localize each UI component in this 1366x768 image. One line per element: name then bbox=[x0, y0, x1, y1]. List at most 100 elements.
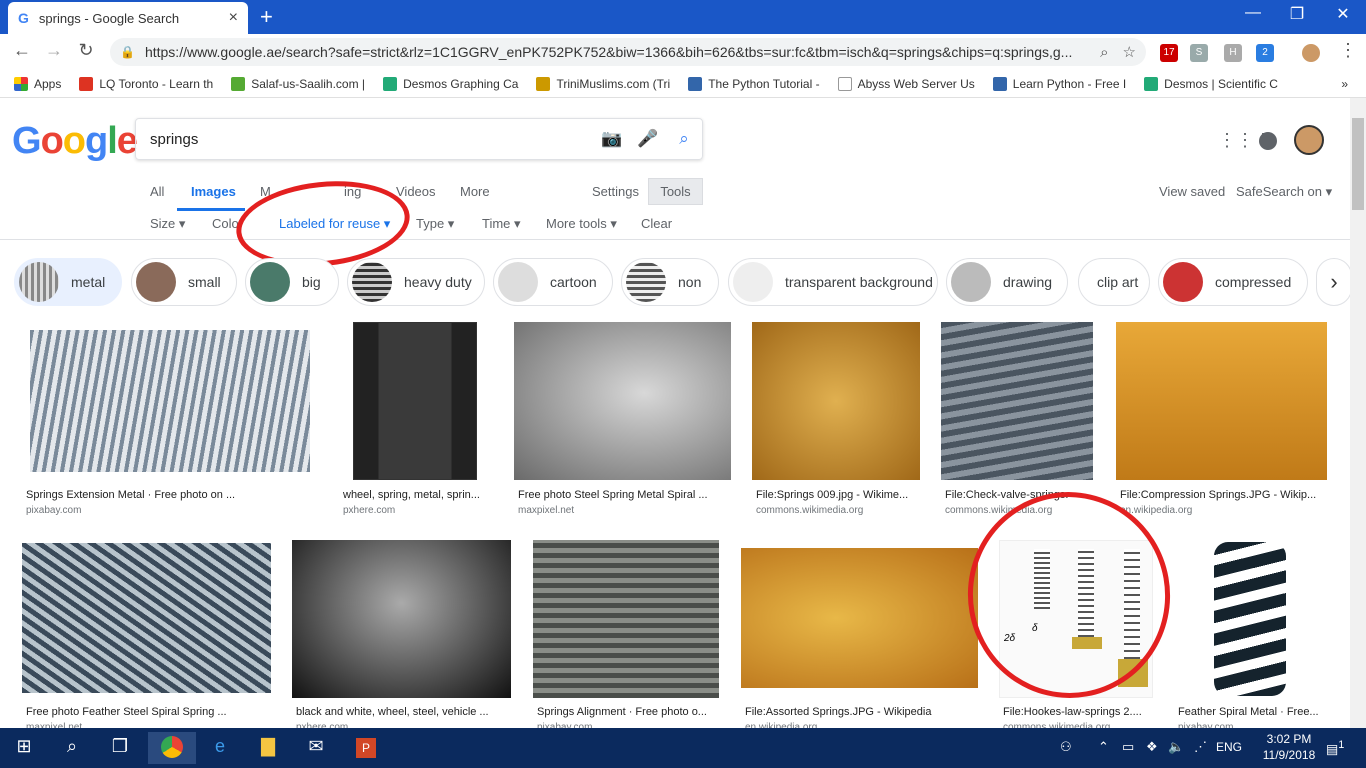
settings-link[interactable]: Settings bbox=[592, 184, 639, 199]
image-thumbnail[interactable] bbox=[752, 322, 920, 480]
image-thumbnail[interactable] bbox=[514, 322, 731, 480]
bookmark-item[interactable]: Desmos Graphing Ca bbox=[383, 76, 518, 91]
bookmark-item[interactable]: Learn Python - Free I bbox=[992, 76, 1126, 91]
safesearch-dropdown[interactable]: SafeSearch on ▾ bbox=[1236, 184, 1332, 200]
language-indicator[interactable]: ENG bbox=[1216, 740, 1242, 754]
notifications-bell-icon[interactable] bbox=[1259, 132, 1277, 150]
address-bar[interactable]: 🔒 https://www.google.ae/search?safe=stri… bbox=[110, 38, 1146, 66]
image-caption[interactable]: Free photo Feather Steel Spiral Spring .… bbox=[26, 706, 271, 718]
bookmark-apps[interactable]: Apps bbox=[14, 76, 61, 91]
chip-big[interactable]: big bbox=[245, 258, 339, 306]
image-result[interactable]: Springs Alignment · Free photo o... pixa… bbox=[533, 540, 719, 733]
bookmark-item[interactable]: LQ Toronto - Learn th bbox=[79, 76, 213, 91]
size-dropdown[interactable]: Size ▾ bbox=[150, 216, 185, 232]
image-caption[interactable]: File:Compression Springs.JPG - Wikip... bbox=[1120, 489, 1327, 501]
image-thumbnail[interactable] bbox=[533, 540, 719, 698]
bookmarks-overflow-icon[interactable]: » bbox=[1341, 77, 1348, 91]
chip-small[interactable]: small bbox=[131, 258, 237, 306]
bookmark-item[interactable]: TriniMuslims.com (Tri bbox=[536, 76, 670, 91]
image-thumbnail[interactable] bbox=[1116, 322, 1327, 480]
chips-next-arrow-icon[interactable]: › bbox=[1316, 258, 1352, 306]
dropbox-icon[interactable]: ❖ bbox=[1146, 739, 1158, 755]
tab-images[interactable]: Images bbox=[191, 184, 236, 199]
image-result[interactable]: File:Springs 009.jpg - Wikime... commons… bbox=[752, 322, 920, 522]
mail-icon[interactable]: ✉ bbox=[292, 736, 340, 757]
network-icon[interactable]: ⋰ bbox=[1194, 739, 1207, 755]
image-thumbnail[interactable] bbox=[1174, 540, 1327, 698]
tools-button[interactable]: Tools bbox=[648, 178, 703, 205]
image-caption[interactable]: File:Assorted Springs.JPG - Wikipedia bbox=[745, 706, 978, 718]
chip-non[interactable]: non bbox=[621, 258, 719, 306]
chip-drawing[interactable]: drawing bbox=[946, 258, 1068, 306]
chip-metal[interactable]: metal bbox=[14, 258, 122, 306]
microphone-icon[interactable]: 🎤 bbox=[630, 129, 666, 149]
extension-badge-icon[interactable]: 17 bbox=[1160, 44, 1178, 62]
tab-all[interactable]: All bbox=[150, 184, 164, 199]
edge-icon[interactable]: e bbox=[196, 736, 244, 757]
new-tab-button[interactable]: + bbox=[260, 4, 282, 30]
task-view-icon[interactable]: ❐ bbox=[96, 736, 144, 757]
image-result[interactable]: Free photo Feather Steel Spiral Spring .… bbox=[22, 540, 271, 733]
maximize-icon[interactable]: ❐ bbox=[1274, 4, 1320, 24]
chip-compressed[interactable]: compressed bbox=[1158, 258, 1308, 306]
image-result[interactable]: Springs Extension Metal · Free photo on … bbox=[22, 322, 318, 522]
clock[interactable]: 3:02 PM 11/9/2018 bbox=[1254, 731, 1324, 763]
bookmark-item[interactable]: Abyss Web Server Us bbox=[837, 76, 975, 91]
back-icon[interactable]: ← bbox=[10, 40, 34, 61]
search-icon[interactable]: ⌕ bbox=[48, 736, 96, 757]
browser-tab[interactable]: G springs - Google Search × bbox=[8, 2, 248, 34]
image-result[interactable]: File:Assorted Springs.JPG - Wikipedia en… bbox=[741, 540, 978, 733]
s-extension-icon[interactable]: 2 bbox=[1256, 44, 1274, 62]
tab-close-icon[interactable]: × bbox=[229, 9, 238, 27]
image-thumbnail[interactable] bbox=[353, 322, 477, 480]
image-caption[interactable]: File:Hookes-law-springs 2.... bbox=[1003, 706, 1153, 718]
clear-link[interactable]: Clear bbox=[641, 216, 672, 231]
time-dropdown[interactable]: Time ▾ bbox=[482, 216, 521, 232]
image-caption[interactable]: wheel, spring, metal, sprin... bbox=[343, 489, 489, 501]
scrollbar-thumb[interactable] bbox=[1352, 118, 1364, 210]
image-caption[interactable]: File:Springs 009.jpg - Wikime... bbox=[756, 489, 920, 501]
chip-cartoon[interactable]: cartoon bbox=[493, 258, 613, 306]
image-caption[interactable]: Free photo Steel Spring Metal Spiral ... bbox=[518, 489, 731, 501]
people-icon[interactable]: ⚇ bbox=[1060, 739, 1072, 755]
chip-transparent-background[interactable]: transparent background bbox=[728, 258, 938, 306]
search-query[interactable]: springs bbox=[150, 131, 594, 148]
forward-icon[interactable]: → bbox=[42, 40, 66, 61]
image-caption[interactable]: Springs Alignment · Free photo o... bbox=[537, 706, 719, 718]
reload-icon[interactable]: ↻ bbox=[74, 40, 98, 61]
image-caption[interactable]: black and white, wheel, steel, vehicle .… bbox=[296, 706, 511, 718]
image-thumbnail[interactable] bbox=[22, 543, 271, 693]
bookmark-item[interactable]: Desmos | Scientific C bbox=[1144, 76, 1278, 91]
chip-clip-art[interactable]: clip art bbox=[1078, 258, 1150, 306]
battery-icon[interactable]: ▭ bbox=[1122, 739, 1134, 755]
bookmark-star-icon[interactable]: ☆ bbox=[1123, 43, 1136, 61]
image-thumbnail[interactable] bbox=[741, 548, 978, 688]
menu-kebab-icon[interactable]: ⋮ bbox=[1336, 40, 1360, 61]
url-text[interactable]: https://www.google.ae/search?safe=strict… bbox=[145, 44, 1086, 60]
google-logo[interactable]: Google bbox=[12, 120, 138, 163]
image-result[interactable]: black and white, wheel, steel, vehicle .… bbox=[292, 540, 511, 733]
volume-icon[interactable]: 🔈 bbox=[1168, 739, 1184, 755]
profile-avatar-icon[interactable] bbox=[1302, 44, 1320, 62]
powerpoint-icon[interactable]: P bbox=[342, 736, 390, 758]
type-dropdown[interactable]: Type ▾ bbox=[416, 216, 454, 232]
bookmark-item[interactable]: Salaf-us-Saalih.com | bbox=[231, 76, 365, 91]
h-extension-icon[interactable]: H bbox=[1224, 44, 1242, 62]
image-thumbnail[interactable] bbox=[941, 322, 1093, 480]
search-icon[interactable]: ⌕ bbox=[666, 129, 702, 149]
account-avatar[interactable] bbox=[1294, 125, 1324, 155]
image-caption[interactable]: Feather Spiral Metal · Free... bbox=[1178, 706, 1327, 718]
image-thumbnail[interactable] bbox=[22, 322, 318, 480]
camera-icon[interactable]: 📷 bbox=[594, 129, 630, 149]
tab-more[interactable]: More bbox=[460, 184, 490, 199]
vertical-scrollbar[interactable] bbox=[1350, 98, 1366, 728]
image-result[interactable]: File:Compression Springs.JPG - Wikip... … bbox=[1116, 322, 1327, 522]
windows-start-icon[interactable]: ⊞ bbox=[0, 736, 48, 757]
tab-videos[interactable]: Videos bbox=[396, 184, 436, 199]
color-dropdown[interactable]: Colo bbox=[212, 216, 239, 231]
more-tools-dropdown[interactable]: More tools ▾ bbox=[546, 216, 617, 232]
file-explorer-icon[interactable]: ▇ bbox=[244, 736, 292, 757]
image-caption[interactable]: Springs Extension Metal · Free photo on … bbox=[26, 489, 316, 501]
zoom-search-icon[interactable]: ⌕ bbox=[1100, 44, 1108, 61]
search-input[interactable]: springs 📷 🎤 ⌕ bbox=[135, 118, 703, 160]
